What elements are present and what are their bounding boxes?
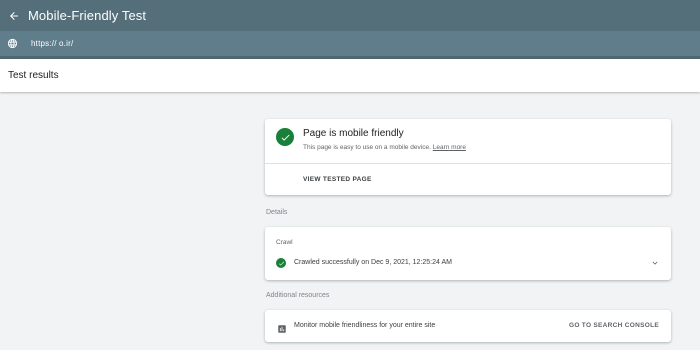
summary-card: Page is mobile friendly This page is eas…	[265, 119, 671, 195]
app-title: Mobile-Friendly Test	[28, 8, 147, 23]
results-header: Test results	[0, 59, 700, 92]
check-circle-icon	[276, 258, 286, 268]
chart-icon	[277, 321, 287, 333]
app-header: Mobile-Friendly Test	[0, 0, 700, 31]
learn-more-link[interactable]: Learn more	[433, 144, 466, 151]
details-section-label: Details	[266, 209, 288, 216]
go-to-search-console-button[interactable]: GO TO SEARCH CONSOLE	[569, 322, 659, 329]
globe-icon	[5, 37, 19, 51]
view-tested-page-button[interactable]: VIEW TESTED PAGE	[303, 176, 372, 183]
chevron-down-icon[interactable]	[649, 257, 661, 269]
check-circle-icon	[276, 128, 294, 146]
status-description-text: This page is easy to use on a mobile dev…	[303, 144, 431, 151]
status-title: Page is mobile friendly	[303, 128, 404, 139]
crawl-card[interactable]: Crawl Crawled successfully on Dec 9, 202…	[265, 227, 671, 280]
results-title: Test results	[8, 70, 59, 81]
tested-url[interactable]: https:// o.ir/	[31, 39, 73, 48]
summary-card-header: Page is mobile friendly This page is eas…	[265, 119, 671, 164]
resource-card: Monitor mobile friendliness for your ent…	[265, 310, 671, 342]
url-bar: https:// o.ir/	[0, 31, 700, 59]
resource-text: Monitor mobile friendliness for your ent…	[294, 322, 436, 329]
crawl-status-text: Crawled successfully on Dec 9, 2021, 12:…	[294, 259, 452, 266]
additional-resources-label: Additional resources	[266, 292, 330, 299]
status-description: This page is easy to use on a mobile dev…	[303, 144, 466, 151]
arrow-back-icon[interactable]	[3, 5, 25, 27]
crawl-label: Crawl	[276, 239, 293, 246]
